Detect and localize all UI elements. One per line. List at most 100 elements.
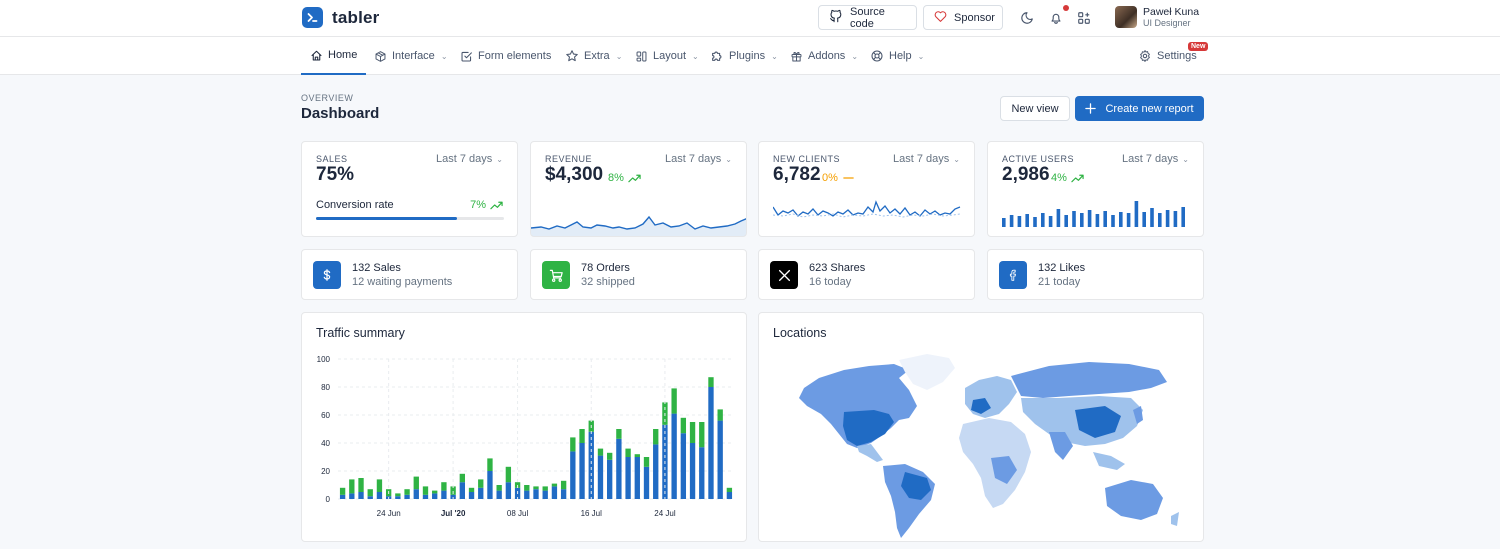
chart-bar-segment-primary[interactable]: [413, 489, 419, 499]
chart-bar-segment-secondary[interactable]: [441, 482, 447, 491]
user-name[interactable]: Paweł Kuna: [1143, 6, 1199, 18]
chart-bar-segment-primary[interactable]: [726, 492, 733, 499]
chart-bar-segment-secondary[interactable]: [432, 490, 438, 494]
nav-item-extra[interactable]: Extra ⌄: [565, 37, 622, 75]
dark-mode-toggle[interactable]: [1019, 10, 1035, 26]
chart-bar-segment-primary[interactable]: [689, 443, 696, 499]
chart-bar-segment-primary[interactable]: [579, 443, 585, 499]
chart-bar-segment-primary[interactable]: [551, 486, 558, 499]
map-region-southeast-asia[interactable]: [1093, 452, 1125, 470]
map-region-new-zealand[interactable]: [1171, 512, 1179, 526]
chart-bar-segment-primary[interactable]: [717, 420, 723, 499]
chart-bar-segment-primary[interactable]: [459, 482, 465, 499]
map-region-europe[interactable]: [965, 376, 1017, 418]
chart-bar-segment-primary[interactable]: [699, 447, 705, 499]
new-view-button[interactable]: New view: [1000, 96, 1070, 121]
chart-bar-segment-primary[interactable]: [376, 492, 383, 499]
chart-bar-segment-primary[interactable]: [533, 489, 539, 499]
nav-item-home[interactable]: Home: [301, 37, 367, 75]
chart-bar-segment-primary[interactable]: [607, 459, 613, 499]
chart-bar-segment-secondary[interactable]: [634, 454, 640, 457]
notifications-button[interactable]: [1048, 10, 1064, 26]
chart-bar-segment-primary[interactable]: [487, 471, 493, 499]
chart-bar-segment-secondary[interactable]: [367, 489, 373, 497]
chart-bar-segment-secondary[interactable]: [597, 448, 604, 456]
nav-item-help[interactable]: Help ⌄: [870, 37, 924, 75]
map-region-australia[interactable]: [1105, 480, 1163, 520]
chart-bar-segment-secondary[interactable]: [478, 479, 484, 488]
period-dropdown[interactable]: Last 7 days ⌄: [1122, 153, 1189, 165]
source-code-button[interactable]: Source code: [818, 5, 917, 30]
apps-button[interactable]: [1076, 10, 1092, 26]
sponsor-button[interactable]: Sponsor: [923, 5, 1003, 30]
chart-bar-segment-secondary[interactable]: [349, 479, 355, 494]
chart-bar-segment-secondary[interactable]: [404, 489, 410, 495]
chart-bar-segment-primary[interactable]: [643, 466, 650, 499]
chart-bar-segment-secondary[interactable]: [680, 417, 687, 434]
chart-bar-segment-primary[interactable]: [671, 413, 677, 499]
chart-bar-segment-primary[interactable]: [441, 490, 447, 499]
chart-bar-segment-secondary[interactable]: [653, 429, 659, 445]
nav-item-addons[interactable]: Addons ⌄: [790, 37, 858, 75]
nav-item-layout[interactable]: Layout ⌄: [635, 37, 699, 75]
chart-bar-segment-primary[interactable]: [422, 494, 429, 499]
period-dropdown[interactable]: Last 7 days ⌄: [665, 153, 732, 165]
chart-bar-segment-primary[interactable]: [588, 431, 594, 499]
chart-bar-segment-primary[interactable]: [404, 494, 410, 499]
chart-bar-segment-secondary[interactable]: [395, 493, 401, 497]
chart-bar-segment-secondary[interactable]: [726, 487, 733, 492]
chart-bar-segment-secondary[interactable]: [570, 437, 576, 452]
avatar[interactable]: [1115, 6, 1137, 28]
chart-bar-segment-secondary[interactable]: [542, 486, 548, 491]
chart-bar-segment-primary[interactable]: [708, 387, 714, 499]
chart-bar-segment-primary[interactable]: [625, 457, 631, 499]
chart-bar-segment-primary[interactable]: [616, 438, 622, 499]
chart-bar-segment-secondary[interactable]: [524, 485, 530, 491]
chart-bar-segment-primary[interactable]: [505, 482, 512, 499]
chart-bar-segment-secondary[interactable]: [579, 429, 585, 443]
chart-bar-segment-primary[interactable]: [367, 496, 373, 499]
chart-bar-segment-primary[interactable]: [634, 457, 640, 499]
chart-bar-segment-primary[interactable]: [339, 494, 346, 499]
chart-bar-segment-secondary[interactable]: [376, 479, 383, 492]
chart-bar-segment-secondary[interactable]: [699, 422, 705, 448]
nav-item-plugins[interactable]: Plugins ⌄: [710, 37, 778, 75]
period-dropdown[interactable]: Last 7 days ⌄: [436, 153, 503, 165]
chart-bar-segment-primary[interactable]: [597, 455, 604, 499]
chart-bar-segment-secondary[interactable]: [505, 466, 512, 483]
chart-bar-segment-primary[interactable]: [524, 490, 530, 499]
chart-bar-segment-secondary[interactable]: [560, 480, 567, 490]
chart-bar-segment-primary[interactable]: [680, 433, 687, 499]
chart-bar-segment-secondary[interactable]: [551, 483, 558, 487]
chart-bar-segment-primary[interactable]: [542, 490, 548, 499]
chart-bar-segment-secondary[interactable]: [459, 473, 465, 483]
period-dropdown[interactable]: Last 7 days ⌄: [893, 153, 960, 165]
chart-bar-segment-primary[interactable]: [395, 496, 401, 499]
chart-bar-segment-secondary[interactable]: [625, 448, 631, 457]
chart-bar-segment-primary[interactable]: [349, 493, 355, 499]
chart-bar-segment-secondary[interactable]: [533, 486, 539, 490]
chart-bar-segment-primary[interactable]: [478, 487, 484, 499]
map-region-greenland[interactable]: [899, 354, 955, 390]
chart-bar-segment-secondary[interactable]: [689, 422, 696, 443]
chart-bar-segment-secondary[interactable]: [496, 485, 502, 491]
nav-item-form-elements[interactable]: Form elements: [460, 37, 551, 75]
chart-bar-segment-secondary[interactable]: [643, 457, 650, 467]
nav-item-interface[interactable]: Interface ⌄: [374, 37, 448, 75]
chart-bar-segment-primary[interactable]: [358, 492, 364, 499]
chart-bar-segment-secondary[interactable]: [358, 478, 364, 492]
chart-bar-segment-primary[interactable]: [432, 493, 438, 499]
chart-bar-segment-secondary[interactable]: [413, 476, 419, 490]
chart-bar-segment-primary[interactable]: [468, 492, 475, 499]
create-report-button[interactable]: Create new report: [1075, 96, 1204, 121]
chart-bar-segment-primary[interactable]: [653, 444, 659, 499]
chart-bar-segment-secondary[interactable]: [487, 458, 493, 471]
chart-bar-segment-secondary[interactable]: [671, 388, 677, 414]
chart-bar-segment-primary[interactable]: [570, 451, 576, 499]
chart-bar-segment-secondary[interactable]: [708, 377, 714, 387]
chart-bar-segment-secondary[interactable]: [422, 486, 429, 495]
chart-bar-segment-secondary[interactable]: [607, 452, 613, 460]
chart-bar-segment-secondary[interactable]: [616, 429, 622, 439]
chart-bar-segment-primary[interactable]: [496, 490, 502, 499]
chart-bar-segment-secondary[interactable]: [339, 487, 346, 495]
